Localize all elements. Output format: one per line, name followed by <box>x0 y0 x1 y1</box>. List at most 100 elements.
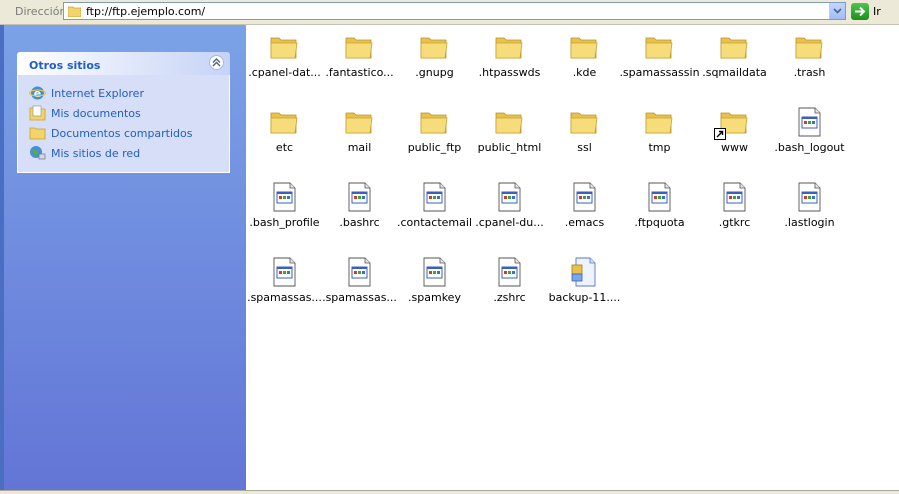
ftp-folder-icon <box>68 6 81 17</box>
file-label: tmp <box>648 141 671 154</box>
file-label: .lastlogin <box>784 216 835 229</box>
file-item[interactable]: .bash_profile <box>247 175 322 247</box>
folder-item[interactable]: .trash <box>772 25 847 97</box>
document-icon <box>343 256 375 288</box>
go-arrow-icon <box>851 3 869 20</box>
file-label: backup-11.... <box>548 291 621 304</box>
folder-item[interactable]: .cpanel-dat... <box>247 25 322 97</box>
file-label: public_ftp <box>407 141 462 154</box>
folder-icon <box>343 31 375 63</box>
folder-item[interactable]: .kde <box>547 25 622 97</box>
file-item[interactable]: .gtkrc <box>697 175 772 247</box>
folder-item[interactable]: public_ftp <box>397 100 472 172</box>
svg-text:e: e <box>34 87 41 100</box>
chevron-down-icon <box>833 8 842 14</box>
file-label: www <box>721 141 748 154</box>
folder-item[interactable]: etc <box>247 100 322 172</box>
sidebar-item-label: Internet Explorer <box>51 86 144 100</box>
file-label: .kde <box>572 66 597 79</box>
file-item[interactable]: .bashrc <box>322 175 397 247</box>
document-icon <box>343 181 375 213</box>
file-label: public_html <box>477 141 542 154</box>
folder-item[interactable]: tmp <box>622 100 697 172</box>
folder-item[interactable]: ssl <box>547 100 622 172</box>
other-places-title: Otros sitios <box>29 59 101 72</box>
file-item[interactable]: backup-11.... <box>547 250 622 322</box>
address-label: Dirección <box>15 5 67 18</box>
window-bottom-border <box>0 490 899 494</box>
file-label: .sqmaildata <box>702 66 767 79</box>
address-dropdown-button[interactable] <box>829 3 845 19</box>
file-item[interactable]: .bash_logout <box>772 100 847 172</box>
file-label: .htpasswds <box>478 66 541 79</box>
other-places-header[interactable]: Otros sitios <box>17 52 230 75</box>
shared-folder-icon <box>29 127 46 140</box>
document-icon <box>418 181 450 213</box>
folder-icon <box>418 106 450 138</box>
go-button[interactable]: Ir <box>851 3 881 20</box>
folder-item[interactable]: .fantastico... <box>322 25 397 97</box>
ie-icon: e <box>29 86 46 100</box>
folder-item[interactable]: public_html <box>472 100 547 172</box>
file-item[interactable]: .zshrc <box>472 250 547 322</box>
folder-icon <box>268 106 300 138</box>
file-label: .spamassassin <box>619 66 700 79</box>
file-label: .trash <box>793 66 826 79</box>
folder-icon <box>793 31 825 63</box>
document-icon <box>793 181 825 213</box>
address-bar: Dirección ftp://ftp.ejemplo.com/ Ir <box>0 0 899 25</box>
other-places-list: e Internet Explorer Mis documentos Docum… <box>17 75 230 173</box>
folder-item[interactable]: .sqmaildata <box>697 25 772 97</box>
document-icon <box>268 181 300 213</box>
folder-icon <box>418 31 450 63</box>
file-item[interactable]: .spamkey <box>397 250 472 322</box>
archive-icon <box>568 256 600 288</box>
folder-item[interactable]: mail <box>322 100 397 172</box>
file-label: .contactemail <box>397 216 472 229</box>
document-icon <box>643 181 675 213</box>
file-label: .ftpquota <box>634 216 685 229</box>
folder-item[interactable]: .htpasswds <box>472 25 547 97</box>
file-item[interactable]: .cpanel-du... <box>472 175 547 247</box>
file-label: .emacs <box>564 216 605 229</box>
file-list-pane: .cpanel-dat... .fantastico... .gnupg .htpas… <box>246 25 899 490</box>
file-item[interactable]: .ftpquota <box>622 175 697 247</box>
network-places-icon <box>30 146 46 160</box>
sidebar-item-internet-explorer[interactable]: e Internet Explorer <box>18 83 229 103</box>
folder-item[interactable]: .gnupg <box>397 25 472 97</box>
folder-icon <box>568 106 600 138</box>
sidebar-item-shared-documents[interactable]: Documentos compartidos <box>18 123 229 143</box>
folder-icon <box>568 31 600 63</box>
file-item[interactable]: .contactemail <box>397 175 472 247</box>
file-item[interactable]: .spamassas... <box>247 250 322 322</box>
folder-icon <box>718 31 750 63</box>
folder-icon <box>268 31 300 63</box>
document-icon <box>718 181 750 213</box>
sidebar-item-network-places[interactable]: Mis sitios de red <box>18 143 229 163</box>
folder-icon <box>493 106 525 138</box>
my-documents-icon <box>29 105 46 121</box>
address-field[interactable]: ftp://ftp.ejemplo.com/ <box>63 2 846 20</box>
sidebar-item-my-documents[interactable]: Mis documentos <box>18 103 229 123</box>
document-icon <box>268 256 300 288</box>
sidebar-item-label: Mis sitios de red <box>51 146 141 160</box>
document-icon <box>793 106 825 138</box>
folder-item[interactable]: .spamassassin <box>619 25 700 97</box>
folder-icon <box>493 31 525 63</box>
file-label: mail <box>347 141 372 154</box>
address-url: ftp://ftp.ejemplo.com/ <box>86 5 206 18</box>
document-icon <box>493 181 525 213</box>
task-pane: Otros sitios e Internet Explorer Mis doc… <box>0 25 246 490</box>
folder-icon <box>643 31 675 63</box>
file-item[interactable]: .spamassas... <box>322 250 397 322</box>
folder-item[interactable]: www <box>697 100 772 172</box>
collapse-button[interactable] <box>209 55 224 70</box>
file-label: .bash_profile <box>249 216 320 229</box>
file-label: .bash_logout <box>774 141 845 154</box>
file-label: .cpanel-dat... <box>248 66 321 79</box>
file-item[interactable]: .emacs <box>547 175 622 247</box>
file-item[interactable]: .lastlogin <box>772 175 847 247</box>
document-icon <box>418 256 450 288</box>
go-label: Ir <box>873 5 881 18</box>
file-label: .spamkey <box>408 291 461 304</box>
